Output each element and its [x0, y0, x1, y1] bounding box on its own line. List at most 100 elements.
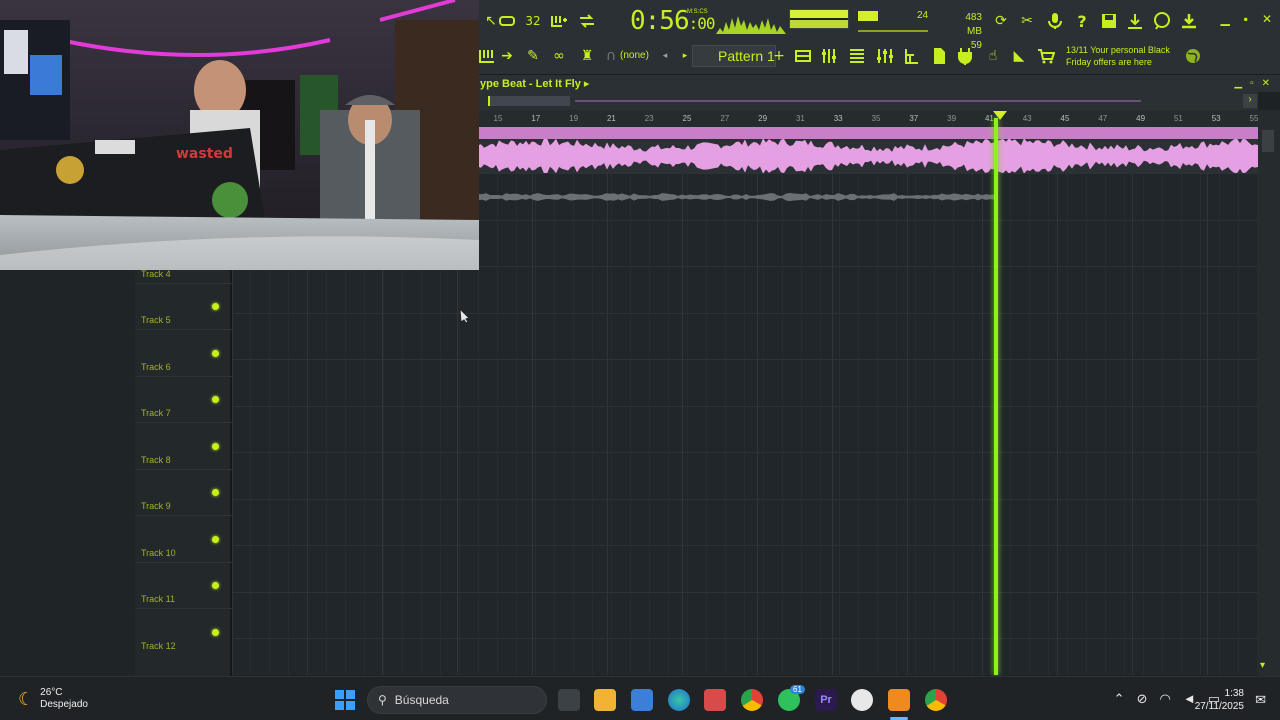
grid-bar-line — [1132, 127, 1133, 675]
premiere-pro-icon[interactable]: Pr — [815, 689, 837, 711]
track-header[interactable]: Track 8 — [135, 422, 232, 496]
playlist-maximize-icon[interactable]: ▫ — [1250, 78, 1254, 89]
track-name: Track 5 — [141, 315, 171, 325]
clock-date: 27/11/2025 — [1194, 701, 1244, 712]
grid-bar-line — [532, 127, 533, 675]
track-name: Track 9 — [141, 501, 171, 511]
taskbar-search[interactable]: ⚲ Búsqueda — [367, 686, 547, 714]
track-name: Track 10 — [141, 547, 176, 558]
ruler-tick: 15 — [493, 114, 503, 123]
pitch-bar[interactable] — [858, 30, 928, 32]
close-icon[interactable]: ✕ — [1262, 12, 1272, 26]
brush-icon[interactable]: ✎ — [524, 47, 542, 65]
wifi-icon[interactable]: ◠ — [1159, 691, 1170, 707]
speaker-icon[interactable]: ◣ — [1010, 47, 1028, 65]
snap-mode[interactable]: (none) — [620, 50, 649, 61]
window-controls: ▁ ▪ ✕ — [1220, 12, 1272, 26]
grid-bar-line — [682, 127, 683, 675]
link-icon[interactable]: ∞ — [550, 47, 568, 65]
countdown-icon[interactable]: 32 — [524, 12, 542, 30]
track-header[interactable]: Track 5 — [135, 282, 232, 357]
vertical-scrollbar[interactable] — [1258, 110, 1280, 676]
globe-icon[interactable] — [1184, 47, 1202, 65]
fl-studio-icon[interactable] — [888, 689, 910, 711]
maximize-icon[interactable]: ▪ — [1244, 12, 1248, 26]
plugin-icon[interactable] — [956, 47, 974, 65]
mouse-cursor — [459, 307, 470, 323]
channel-rack-icon[interactable] — [794, 47, 812, 65]
arrow-right-icon[interactable]: ➔ — [498, 47, 516, 65]
audio-clip-waveform[interactable] — [478, 139, 1258, 173]
playlist-title[interactable]: ype Beat - Let It Fly ▸ — [478, 75, 1280, 92]
vertical-scroll-thumb[interactable] — [1262, 130, 1274, 152]
snipping-tool-icon[interactable] — [704, 689, 726, 711]
windows-start-icon[interactable] — [334, 689, 356, 711]
ruler-tick: 19 — [569, 114, 579, 123]
song-overview — [575, 100, 1141, 102]
edge-icon[interactable] — [668, 689, 690, 711]
file-icon[interactable] — [930, 47, 948, 65]
audio-clip-header[interactable] — [478, 127, 1258, 139]
cut-icon[interactable]: ✂ — [1018, 12, 1036, 30]
playlist-minimize-icon[interactable]: ▁ — [1234, 78, 1242, 89]
microsoft-store-icon[interactable] — [631, 689, 653, 711]
playhead[interactable] — [994, 118, 998, 675]
piano-roll-icon[interactable] — [848, 47, 866, 65]
scroll-thumb[interactable] — [488, 96, 570, 106]
timeline-ruler[interactable]: 15 17 19 21 23 25 27 29 31 33 35 37 39 41 43 45 47 49 51 53… — [478, 110, 1258, 127]
download-icon[interactable] — [1180, 12, 1198, 30]
maps-icon[interactable] — [851, 689, 873, 711]
microphone-icon[interactable] — [1046, 12, 1064, 30]
refresh-icon[interactable]: ⟳ — [992, 12, 1010, 30]
track-name: Track 7 — [141, 408, 171, 418]
grid-bar-line — [907, 127, 908, 675]
metronome-icon[interactable] — [498, 12, 516, 30]
track-name: Track 8 — [141, 454, 171, 465]
export-icon[interactable] — [1126, 12, 1144, 30]
webcam-overlay: wasted — [0, 0, 479, 270]
master-volume-meter — [789, 9, 849, 29]
weather-widget[interactable]: ☾ 26°C Despejado — [18, 687, 88, 711]
playlist-icon[interactable] — [478, 47, 496, 65]
browser-icon[interactable] — [903, 47, 921, 65]
chrome-profile-icon[interactable] — [925, 689, 947, 711]
track-header[interactable]: Track 6 — [135, 329, 232, 403]
taskbar-clock[interactable]: 1:38 27/11/2025 — [1195, 687, 1244, 713]
track-header[interactable]: Track 12 — [135, 608, 232, 655]
chevron-up-icon[interactable]: ⌃ — [1114, 691, 1125, 707]
task-view-icon[interactable] — [558, 689, 580, 711]
cart-icon[interactable] — [1037, 47, 1055, 65]
chrome-icon[interactable] — [741, 689, 763, 711]
grid-row-line — [232, 498, 1258, 500]
equalizer-icon[interactable] — [876, 47, 894, 65]
track-header[interactable]: Track 7 — [135, 375, 232, 450]
scroll-right-icon[interactable]: › — [1243, 94, 1257, 108]
track-name: Track 11 — [141, 594, 176, 604]
touch-icon[interactable]: ☝ — [984, 47, 1002, 65]
mixer-icon[interactable] — [820, 47, 838, 65]
magnet-icon[interactable]: ∩ — [602, 47, 620, 65]
news-panel[interactable]: 13/11 Your personal Black Friday offers … — [1066, 44, 1176, 68]
ruler-tick: 47 — [1098, 114, 1108, 123]
track-header[interactable]: Track 10 — [135, 515, 232, 589]
track-header[interactable]: Track 11 — [135, 561, 232, 636]
help-icon[interactable]: ? — [1073, 12, 1091, 31]
file-explorer-icon[interactable] — [594, 689, 616, 711]
add-pattern-icon[interactable]: + — [770, 47, 788, 65]
ruler-tick: 43 — [1022, 114, 1032, 123]
stamp-icon[interactable]: ♜ — [578, 47, 596, 65]
playlist-close-icon[interactable]: ✕ — [1262, 78, 1270, 89]
save-icon[interactable] — [1100, 12, 1118, 30]
app-tray-icon[interactable]: ⊘ — [1137, 691, 1148, 707]
notification-icon[interactable]: ✉ — [1255, 692, 1266, 708]
track-header[interactable]: Track 9 — [135, 468, 232, 543]
ruler-tick: 17 — [531, 114, 541, 123]
minimize-icon[interactable]: ▁ — [1220, 12, 1229, 26]
chat-icon[interactable] — [1153, 12, 1171, 30]
scroll-down-icon[interactable]: ▾ — [1260, 660, 1265, 671]
record-icon[interactable] — [550, 12, 568, 30]
pattern-selector[interactable]: Pattern 1 — [692, 45, 776, 67]
arrow-left-icon[interactable]: ◂ — [656, 47, 674, 65]
grid-bar-line — [982, 127, 983, 675]
loop-icon[interactable] — [578, 12, 596, 30]
